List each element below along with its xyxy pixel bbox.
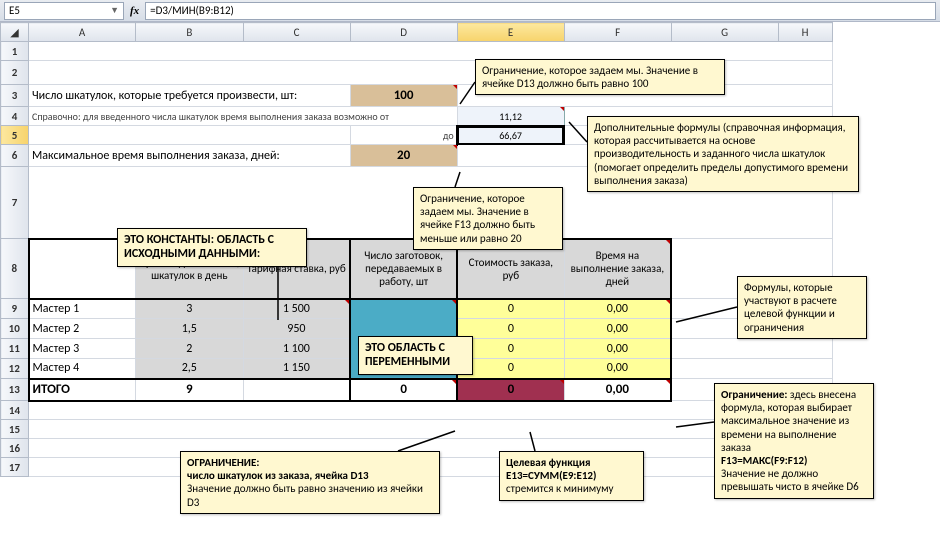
row-header[interactable]: 11 [1, 339, 29, 359]
cell-reference: E5 [9, 4, 20, 17]
header-time[interactable]: Время на выполнение заказа, дней [564, 239, 671, 299]
chevron-down-icon[interactable]: ▼ [110, 5, 119, 16]
row-header[interactable]: 10 [1, 319, 29, 339]
comment-marker-icon [452, 85, 458, 91]
formula-bar: E5 ▼ fx =D3/МИН(B9:B12) [0, 0, 940, 22]
cell[interactable]: 1,5 [136, 319, 244, 339]
row-header[interactable]: 16 [1, 439, 29, 458]
cell-d13[interactable]: 0 [350, 379, 457, 401]
cell-e5-selected[interactable]: 66,67 [457, 126, 564, 145]
comment-marker-icon [452, 145, 458, 151]
comment-marker-icon [559, 107, 565, 113]
cell-f13[interactable]: 0,00 [564, 379, 671, 401]
col-header[interactable]: C [243, 23, 350, 42]
col-header[interactable]: F [564, 23, 671, 42]
cell-e4[interactable]: 11,12 [457, 107, 564, 126]
row-header[interactable]: 15 [1, 420, 29, 439]
cell[interactable]: 1 500 [243, 299, 350, 319]
callout-constraint-blanks: ОГРАНИЧЕНИЕ: число шкатулок из заказа, я… [180, 451, 440, 514]
cell[interactable]: 950 [243, 319, 350, 339]
callout-objective: Целевая функция Е13=СУММ(Е9:Е12) стремит… [499, 451, 644, 501]
cell[interactable]: 0,00 [564, 359, 671, 379]
total-label[interactable]: ИТОГО [29, 379, 136, 401]
row-header[interactable]: 5 [1, 126, 29, 145]
callout-constraint-d13: Ограничение, которое задаем мы. Значение… [475, 59, 725, 95]
row-header[interactable]: 14 [1, 401, 29, 420]
formula-input[interactable]: =D3/МИН(B9:B12) [145, 2, 936, 20]
callout-formulas: Формулы, которые участвуют в расчете цел… [737, 276, 867, 339]
col-header[interactable]: E [457, 23, 564, 42]
cell[interactable]: 9 [136, 379, 244, 401]
cell[interactable]: 0,00 [564, 299, 671, 319]
row-header[interactable]: 4 [1, 107, 29, 126]
row-header[interactable]: 12 [1, 359, 29, 379]
cell[interactable]: Мастер 1 [29, 299, 136, 319]
cell[interactable]: Мастер 2 [29, 319, 136, 339]
callout-constants-area: ЭТО КОНСТАНТЫ: ОБЛАСТЬ С ИСХОДНЫМИ ДАННЫ… [117, 228, 307, 267]
cell-d3[interactable]: 100 [350, 85, 457, 107]
cell[interactable]: Мастер 4 [29, 359, 136, 379]
cell[interactable]: 2,5 [136, 359, 244, 379]
cell[interactable]: Максимальное время выполнения заказа, дн… [29, 145, 351, 167]
select-all-corner[interactable]: ◢ [1, 23, 29, 42]
cell[interactable]: 0 [457, 339, 564, 359]
cell[interactable]: 0,00 [564, 319, 671, 339]
row-header[interactable]: 9 [1, 299, 29, 319]
callout-variables-area: ЭТО ОБЛАСТЬ С ПЕРЕМЕННЫМИ [358, 336, 473, 375]
col-header[interactable]: D [350, 23, 457, 42]
row-header[interactable]: 2 [1, 61, 29, 85]
col-header[interactable]: B [136, 23, 244, 42]
comment-marker-icon [559, 379, 565, 385]
row-header[interactable]: 8 [1, 239, 29, 299]
row-header[interactable]: 17 [1, 458, 29, 477]
row-header[interactable]: 1 [1, 42, 29, 61]
row-header[interactable]: 7 [1, 167, 29, 239]
cell[interactable]: 0 [457, 319, 564, 339]
cell[interactable]: 0 [457, 299, 564, 319]
row-header[interactable]: 3 [1, 85, 29, 107]
cell[interactable]: 0 [457, 359, 564, 379]
callout-constraint-max: Ограничение: здесь внесена формула, кото… [714, 383, 874, 499]
cell[interactable]: 1 150 [243, 359, 350, 379]
col-header[interactable]: H [778, 23, 832, 42]
cell[interactable]: Число шкатулок, которые требуется произв… [29, 85, 351, 107]
col-header[interactable]: G [671, 23, 778, 42]
cell-e13[interactable]: 0 [457, 379, 564, 401]
cell[interactable]: 1 100 [243, 339, 350, 359]
callout-reference-formulas: Дополнительные формулы (справочная инфор… [587, 116, 859, 192]
fx-icon[interactable]: fx [130, 5, 139, 17]
cell[interactable]: 3 [136, 299, 244, 319]
cell[interactable]: 0,00 [564, 339, 671, 359]
cell[interactable] [243, 379, 350, 401]
spreadsheet-grid[interactable]: ◢ A B C D E F G H 1 2 3 Число шкатулок, … [0, 22, 940, 477]
name-box[interactable]: E5 ▼ [4, 2, 124, 20]
row-header[interactable]: 13 [1, 379, 29, 401]
cell[interactable]: 2 [136, 339, 244, 359]
row-header[interactable]: 6 [1, 145, 29, 167]
cell[interactable]: Справочно: для введенного числа шкатулок… [29, 107, 458, 126]
col-header[interactable]: A [29, 23, 136, 42]
cell[interactable]: Мастер 3 [29, 339, 136, 359]
cell-d6[interactable]: 20 [350, 145, 457, 167]
callout-constraint-f13: Ограничение, которое задаем мы. Значение… [413, 187, 563, 250]
cell[interactable]: до [350, 126, 457, 145]
